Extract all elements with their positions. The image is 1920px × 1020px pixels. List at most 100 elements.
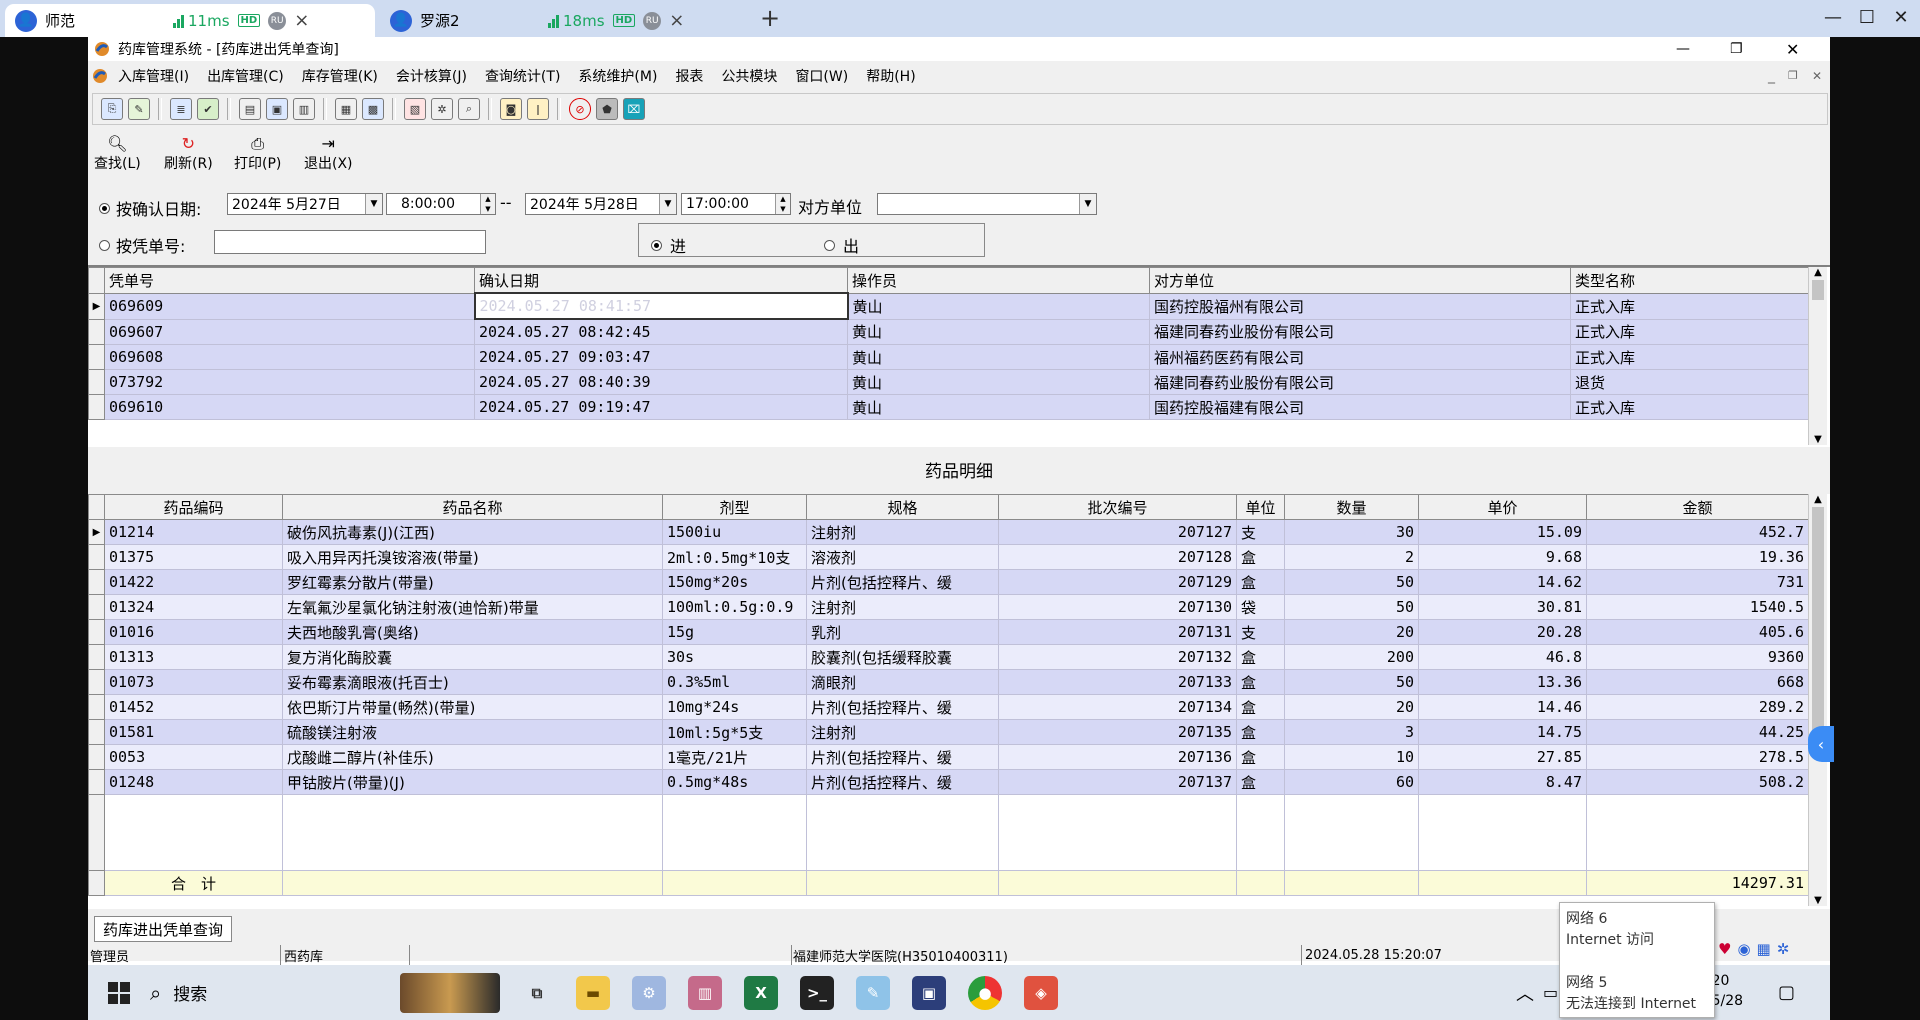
table-row[interactable]: 01016 夫西地酸乳膏(奥络) 15g 乳剂 207131 支 20 20.2…	[88, 619, 1809, 645]
column-header[interactable]: 规格	[806, 494, 999, 520]
unit-price-cell[interactable]: 13.36	[1418, 669, 1587, 695]
menu-item-help[interactable]: 帮助(H)	[866, 66, 915, 86]
spinner-arrows-icon[interactable]: ▲ ▼	[775, 194, 790, 214]
batch-cell[interactable]: 207131	[998, 619, 1237, 645]
drug-name-cell[interactable]: 吸入用异丙托溴铵溶液(带量)	[282, 544, 663, 570]
unit-price-cell[interactable]: 9.68	[1418, 544, 1587, 570]
batch-cell[interactable]: 207128	[998, 544, 1237, 570]
chrome-icon[interactable]: ●	[968, 975, 1002, 1010]
table-row[interactable]: 01313 复方消化酶胶囊 30s 胶囊剂(包括缓释胶囊 207132 盒 20…	[88, 644, 1809, 670]
spec-cell[interactable]: 片剂(包括控释片、缓	[806, 694, 999, 720]
drug-name-cell[interactable]: 甲钴胺片(带量)(J)	[282, 769, 663, 795]
unit-cell[interactable]: 盒	[1236, 769, 1285, 795]
operator-cell[interactable]: 黄山	[847, 318, 1150, 345]
drug-code-cell[interactable]: 01016	[104, 619, 283, 645]
remote-desktop-icon[interactable]: ▣	[912, 975, 946, 1010]
date-cell-selected[interactable]: 2024.05.27 08:41:57	[473, 292, 849, 320]
unit-cell[interactable]: 盒	[1236, 669, 1285, 695]
spinner-arrows-icon[interactable]: ▲ ▼	[480, 194, 495, 214]
exit-app-icon[interactable]: ⌧	[623, 98, 645, 120]
column-header[interactable]: 药品名称	[282, 494, 663, 520]
amount-cell[interactable]: 731	[1586, 569, 1809, 595]
app-close-button[interactable]: ✕	[1786, 40, 1799, 59]
table-row[interactable]: 01324 左氧氟沙星氯化钠注射液(迪恰新)带量 100ml:0.5g:0.9 …	[88, 594, 1809, 620]
apps-icon[interactable]: ▦	[1757, 940, 1771, 958]
menu-item-system[interactable]: 系统维护(M)	[578, 66, 657, 86]
menu-item-window[interactable]: 窗口(W)	[795, 66, 848, 86]
unit-price-cell[interactable]: 30.81	[1418, 594, 1587, 620]
quantity-cell[interactable]: 50	[1284, 569, 1419, 595]
tab-voucher-query[interactable]: 药库进出凭单查询	[94, 916, 233, 942]
gear-icon[interactable]: ✲	[1777, 940, 1790, 958]
table-row[interactable]: 01422 罗红霉素分散片(带量) 150mg*20s 片剂(包括控释片、缓 2…	[88, 569, 1809, 595]
counterparty-cell[interactable]: 福建同春药业股份有限公司	[1149, 369, 1571, 395]
unit-cell[interactable]: 盒	[1236, 719, 1285, 745]
quantity-cell[interactable]: 2	[1284, 544, 1419, 570]
date-cell[interactable]: 2024.05.27 08:40:39	[474, 369, 848, 395]
drug-code-cell[interactable]: 01073	[104, 669, 283, 695]
calc-icon[interactable]: ▦	[335, 98, 357, 120]
chevron-down-icon[interactable]: ▼	[1079, 194, 1096, 214]
dosage-form-cell[interactable]: 150mg*20s	[662, 569, 807, 595]
spec-cell[interactable]: 注射剂	[806, 719, 999, 745]
column-header[interactable]: 操作员	[847, 267, 1150, 294]
drug-name-cell[interactable]: 罗红霉素分散片(带量)	[282, 569, 663, 595]
close-tab-icon[interactable]: ×	[294, 10, 309, 31]
batch-cell[interactable]: 207133	[998, 669, 1237, 695]
quantity-cell[interactable]: 10	[1284, 744, 1419, 770]
amount-cell[interactable]: 452.7	[1586, 519, 1809, 545]
find-button[interactable]: 🔍︎ 查找(L)	[94, 135, 141, 177]
spec-cell[interactable]: 片剂(包括控释片、缓	[806, 744, 999, 770]
drug-code-cell[interactable]: 01248	[104, 769, 283, 795]
quantity-cell[interactable]: 200	[1284, 644, 1419, 670]
column-header[interactable]: 批次编号	[998, 494, 1237, 520]
date-cell[interactable]: 2024.05.27 09:03:47	[474, 344, 848, 370]
dosage-form-cell[interactable]: 15g	[662, 619, 807, 645]
operator-cell[interactable]: 黄山	[847, 344, 1150, 370]
dosage-form-cell[interactable]: 30s	[662, 644, 807, 670]
batch-cell[interactable]: 207129	[998, 569, 1237, 595]
dosage-form-cell[interactable]: 0.5mg*48s	[662, 769, 807, 795]
menu-item-query[interactable]: 查询统计(T)	[485, 66, 560, 86]
unit-cell[interactable]: 盒	[1236, 544, 1285, 570]
unit-cell[interactable]: 盒	[1236, 644, 1285, 670]
spec-cell[interactable]: 注射剂	[806, 594, 999, 620]
spec-cell[interactable]: 乳剂	[806, 619, 999, 645]
spec-cell[interactable]: 片剂(包括控释片、缓	[806, 769, 999, 795]
gamepad-icon[interactable]: ◉	[1737, 940, 1750, 958]
date-cell[interactable]: 2024.05.27 08:42:45	[474, 318, 848, 345]
batch-cell[interactable]: 207135	[998, 719, 1237, 745]
drug-name-cell[interactable]: 复方消化酶胶囊	[282, 644, 663, 670]
thermometer-icon[interactable]: ǀ	[527, 98, 549, 120]
table-row[interactable]: 069607 2024.05.27 08:42:45 黄山 福建同春药业股份有限…	[88, 318, 1809, 345]
file-explorer-icon[interactable]: ▬	[576, 975, 610, 1010]
amount-cell[interactable]: 405.6	[1586, 619, 1809, 645]
scroll-up-icon[interactable]: ▲	[1809, 267, 1827, 278]
voucher-no-cell[interactable]: 069608	[104, 344, 475, 370]
column-header[interactable]: 剂型	[662, 494, 807, 520]
column-header[interactable]: 凭单号	[104, 267, 475, 294]
unit-cell[interactable]: 袋	[1236, 594, 1285, 620]
by-date-radio[interactable]	[99, 202, 110, 214]
inbound-doc-icon[interactable]: ⎘	[101, 98, 123, 120]
operator-cell[interactable]: 黄山	[847, 292, 1150, 320]
stop-icon[interactable]: ⊘	[569, 98, 591, 120]
counterparty-cell[interactable]: 福州福药医药有限公司	[1149, 344, 1571, 370]
quantity-cell[interactable]: 3	[1284, 719, 1419, 745]
direction-in-radio[interactable]	[651, 239, 662, 251]
close-tab-icon[interactable]: ×	[669, 10, 684, 31]
scroll-thumb[interactable]	[1812, 507, 1824, 737]
app-taskbar-icon[interactable]: ◈	[1024, 975, 1058, 1010]
batch-cell[interactable]: 207127	[998, 519, 1237, 545]
unit-price-cell[interactable]: 14.62	[1418, 569, 1587, 595]
batch-cell[interactable]: 207134	[998, 694, 1237, 720]
exit-button[interactable]: ⇥ 退出(X)	[304, 135, 353, 177]
table-row[interactable]: 01581 硫酸镁注射液 10ml:5g*5支 注射剂 207135 盒 3 1…	[88, 719, 1809, 745]
tree-icon[interactable]: ✲	[431, 98, 453, 120]
unit-cell[interactable]: 盒	[1236, 744, 1285, 770]
dosage-form-cell[interactable]: 10mg*24s	[662, 694, 807, 720]
drug-code-cell[interactable]: 01581	[104, 719, 283, 745]
unit-price-cell[interactable]: 14.46	[1418, 694, 1587, 720]
task-view-icon[interactable]: ⧉	[520, 976, 554, 1010]
spec-cell[interactable]: 溶液剂	[806, 544, 999, 570]
